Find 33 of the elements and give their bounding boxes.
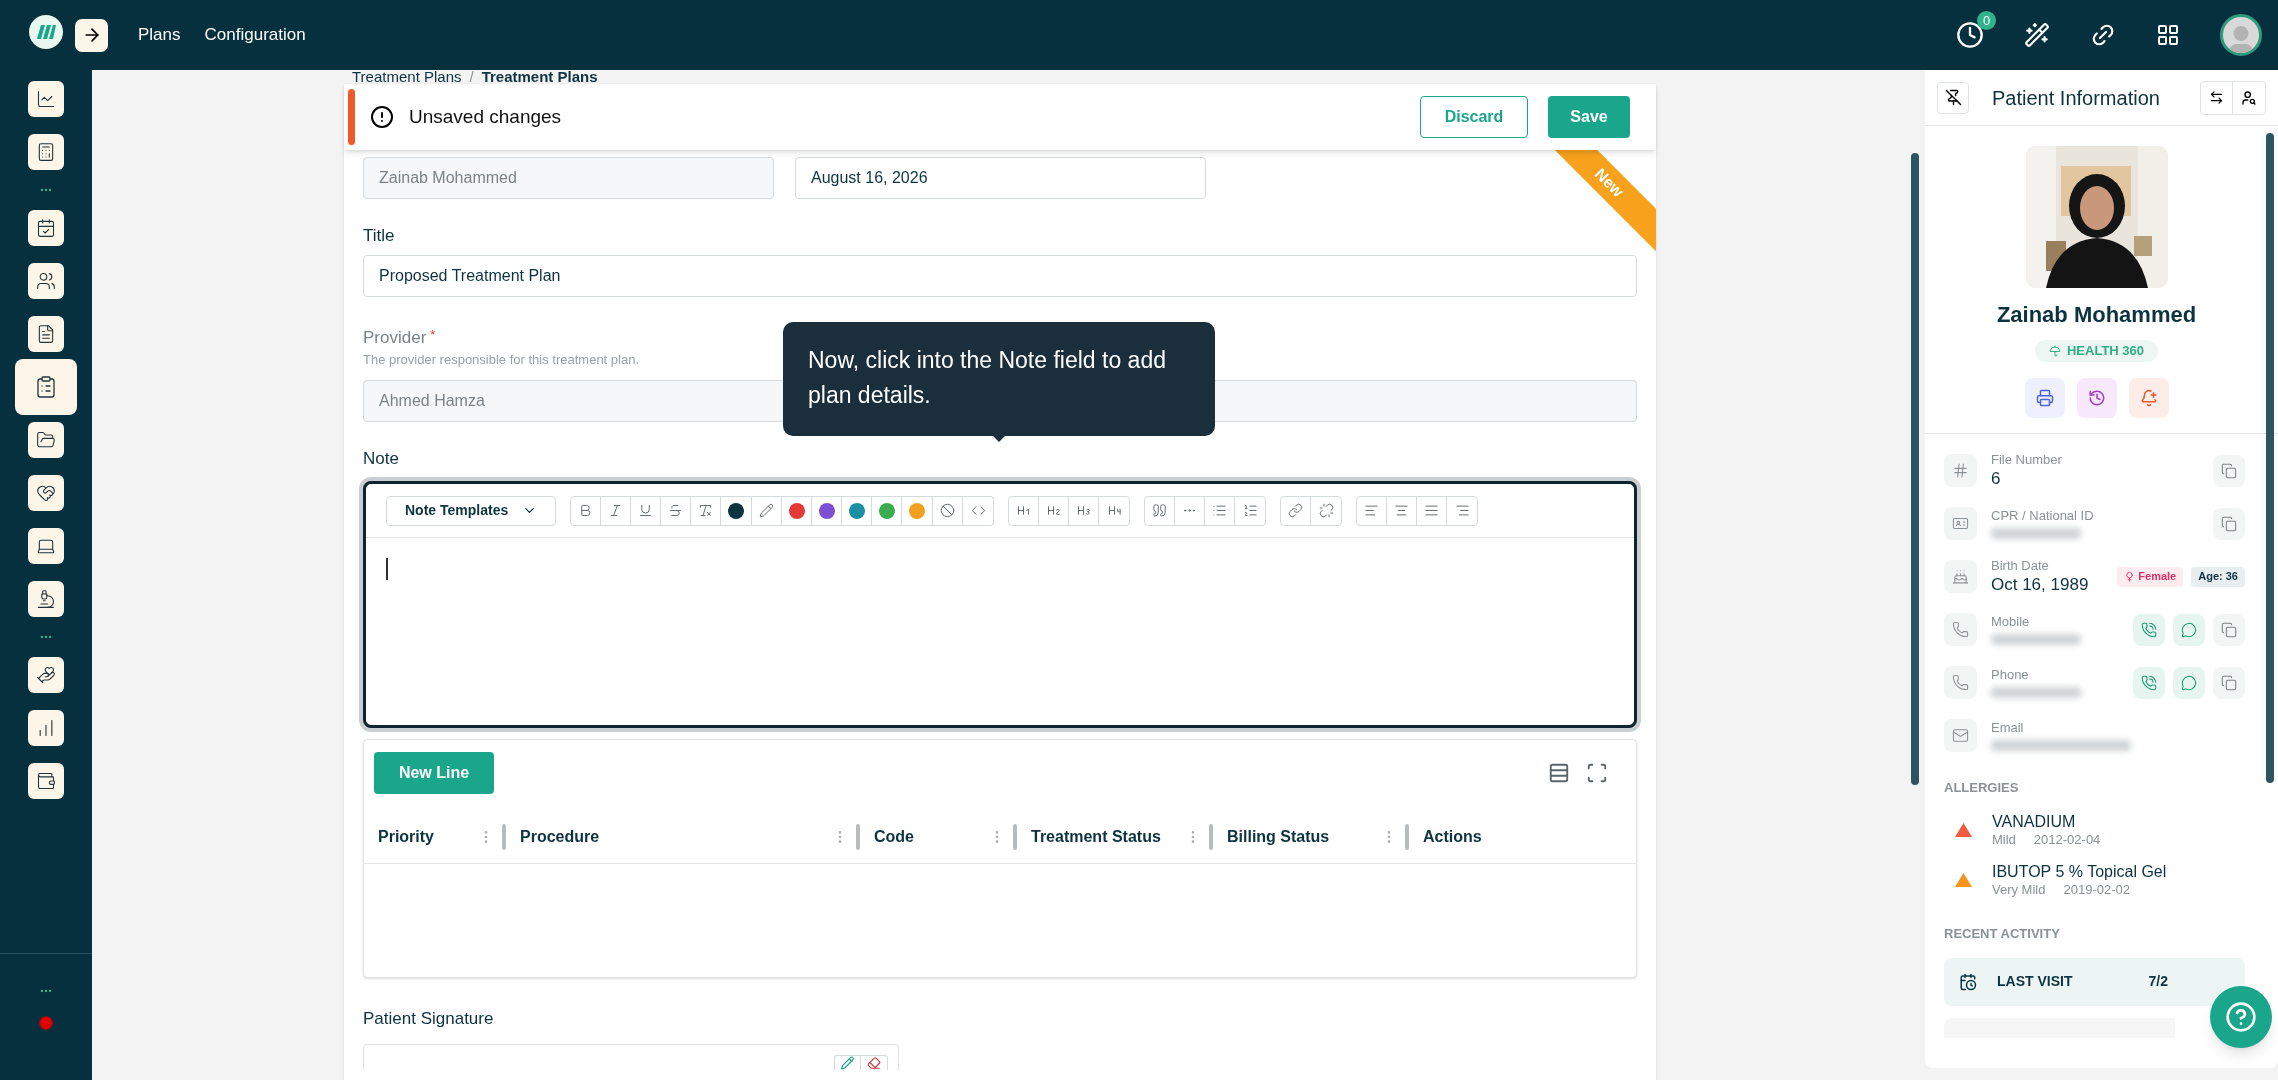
field-label: Title [363,225,396,247]
banner-message: Unsaved changes [409,104,562,129]
field-label: Patient Signature [363,1008,495,1030]
info-label: CPR / National ID [1991,508,2094,525]
panel-title: Patient Information [1992,85,2160,111]
info-value: Oct 16, 1989 [1991,574,2089,596]
section-heading: ALLERGIES [1944,779,2020,797]
info-label: Email [1991,720,2025,737]
plan-badge: HEALTH 360 [2034,340,2159,362]
field-hint: The provider responsible for this treatment plan. [363,351,640,369]
info-value: 6 [1991,468,2002,490]
breadcrumb-separator: / [469,70,474,87]
allergy-name: IBUTOP 5 % Topical Gel [1992,861,2167,882]
info-label: Mobile [1991,614,2031,631]
patient-name: Zainab Mohammed [1996,301,2197,329]
info-label: Phone [1991,667,2030,684]
activity-value: 7/2 [2148,972,2168,991]
info-label: File Number [1991,451,2062,468]
field-label: Note [363,447,400,470]
field-label: Provider [363,326,427,349]
breadcrumb-current: Treatment Plans [481,70,598,87]
allergy-name: VANADIUM [1992,811,2077,832]
activity-label: LAST VISIT [1997,972,2073,991]
gender-tag: Female [2117,566,2184,587]
allergy-severity: Very Mild [1992,881,2046,898]
required-asterisk: * [430,325,436,344]
allergy-date: 2019-02-02 [2063,881,2130,898]
allergy-date: 2012-02-04 [2033,831,2101,848]
age-tag: Age: 36 [2191,566,2245,587]
notification-badge: 0 [1977,11,1996,30]
allergy-severity: Mild [1992,831,2016,848]
info-label: Birth Date [1991,557,2050,574]
section-heading: RECENT ACTIVITY [1944,925,2061,943]
